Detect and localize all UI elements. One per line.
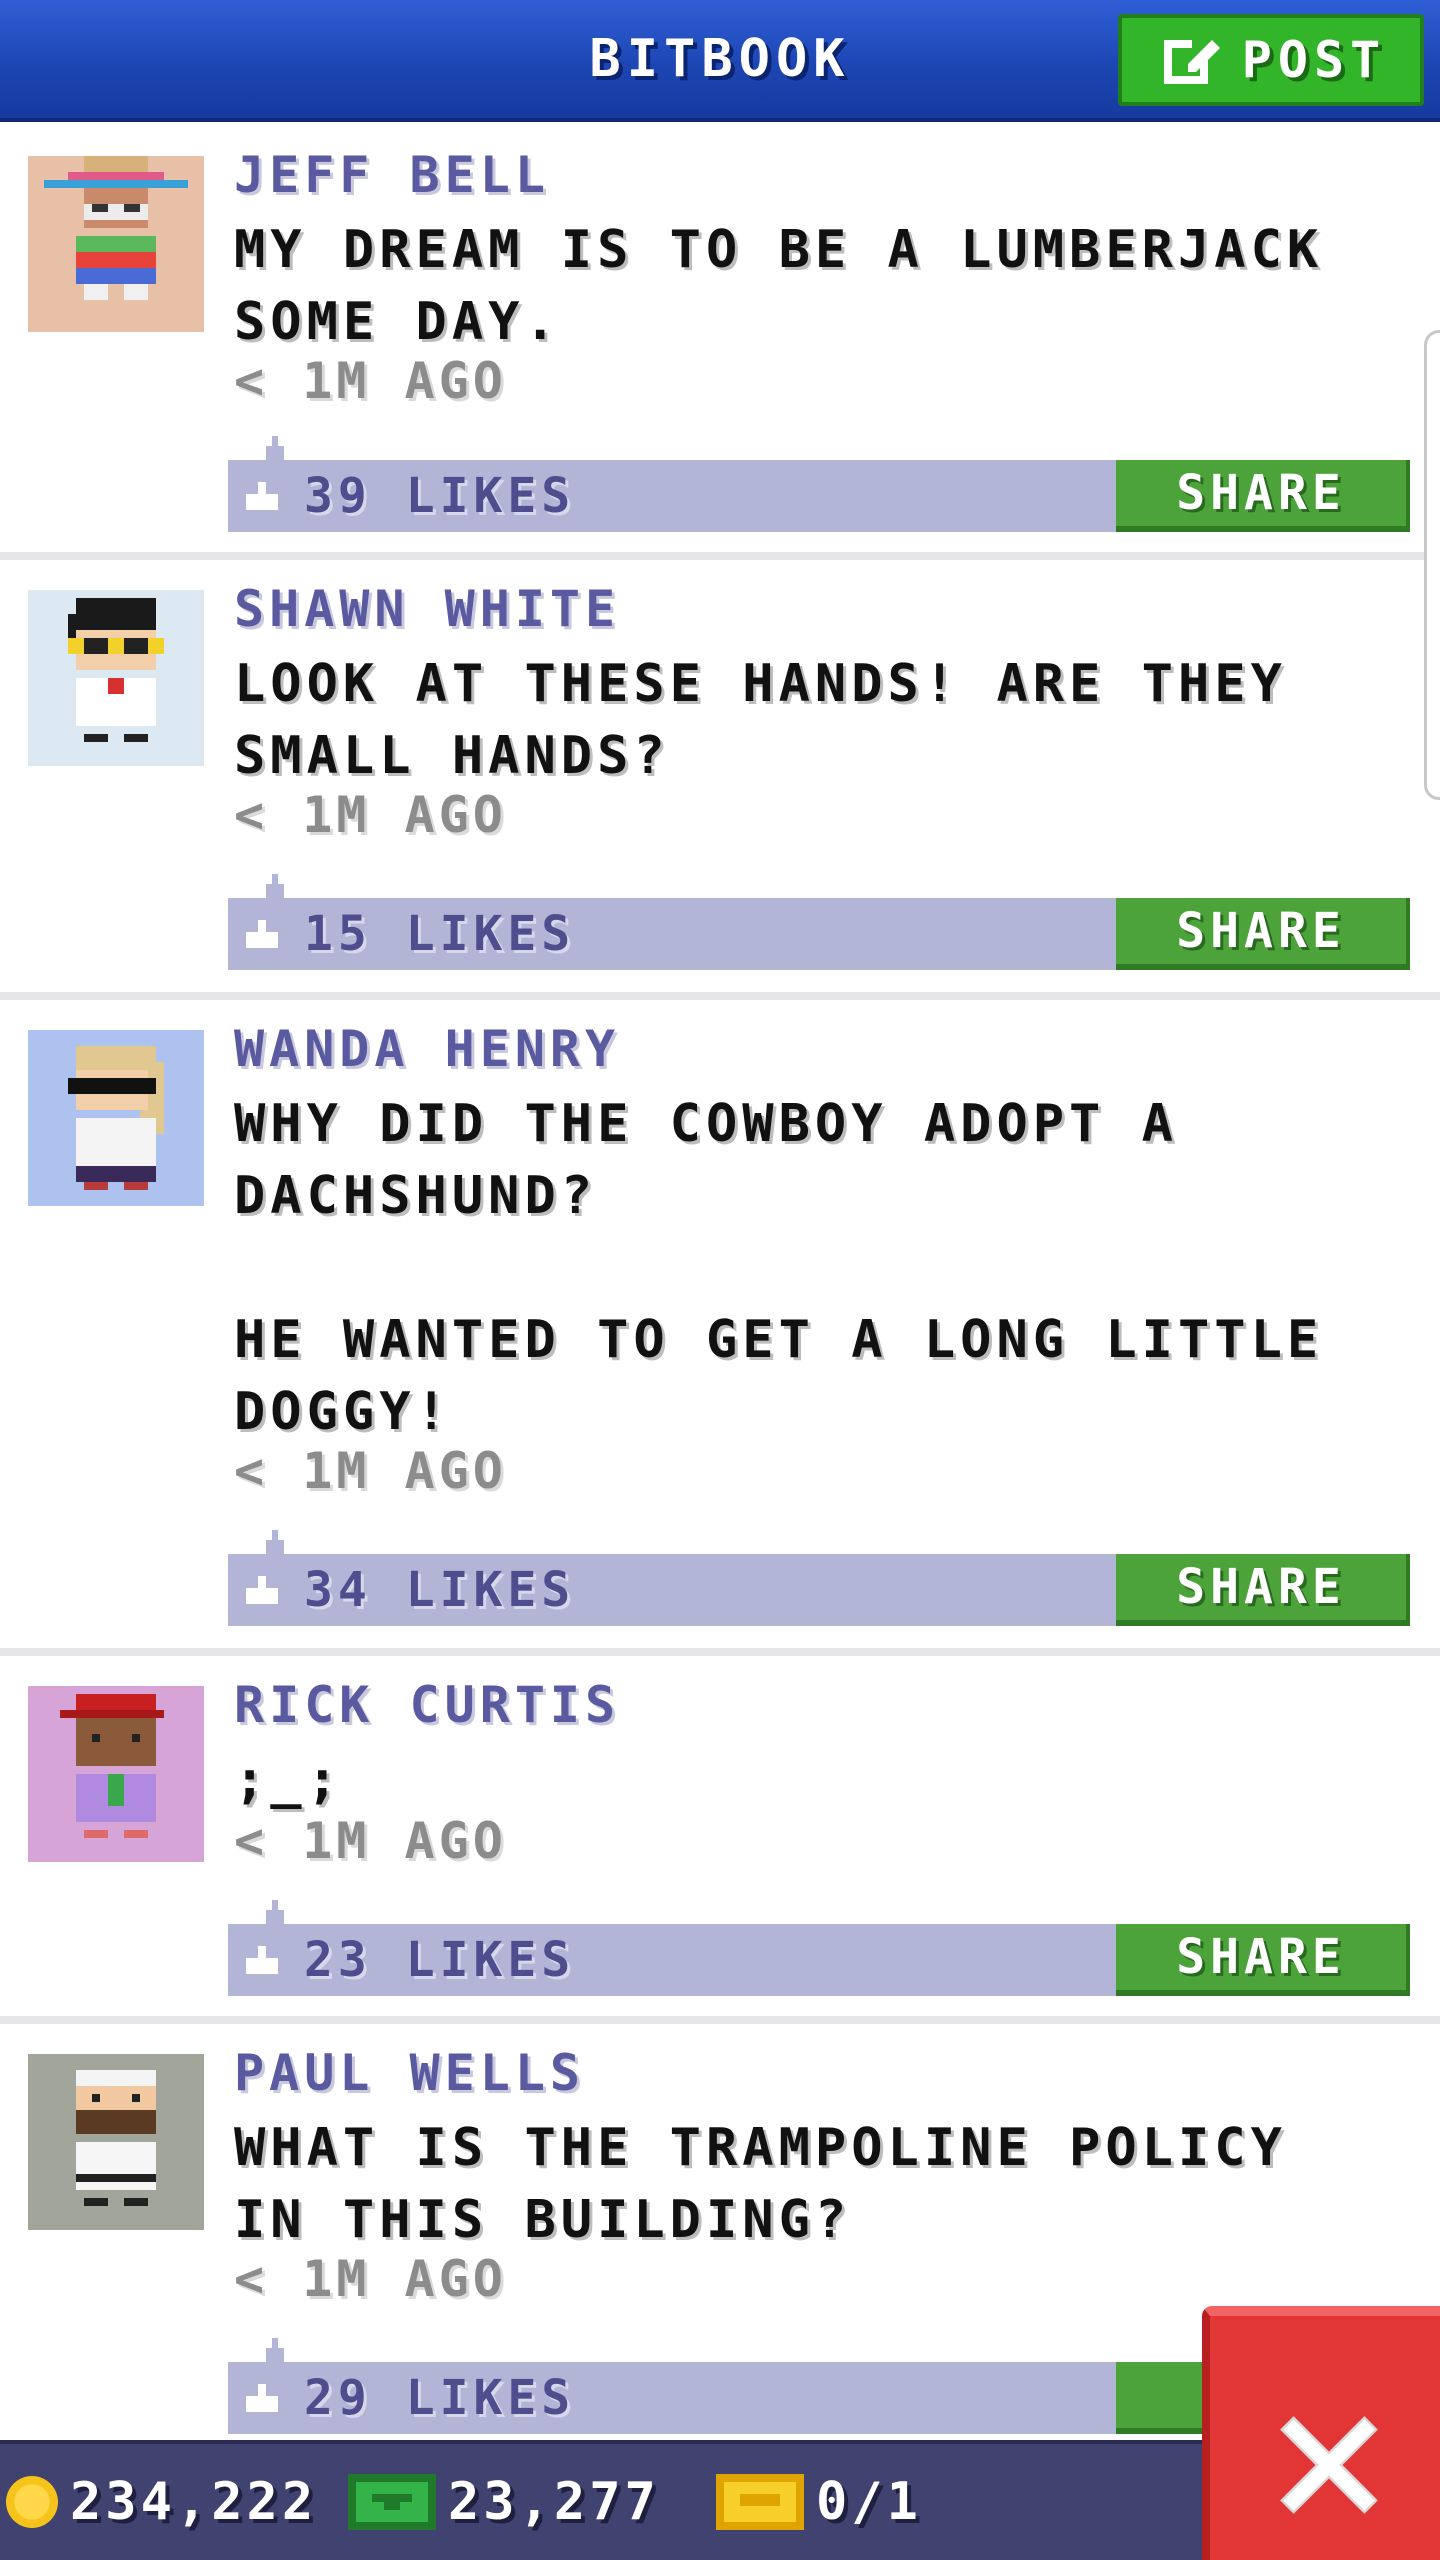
likes-count: 39 LIKES: [304, 468, 576, 524]
likes-bar: 39 LIKES SHARE: [228, 436, 1410, 532]
thumbs-up-icon[interactable]: [242, 482, 282, 514]
tickets-value: 0/1: [816, 2472, 922, 2532]
likes-count: 34 LIKES: [304, 1562, 576, 1618]
post-author[interactable]: JEFF BELL: [234, 146, 550, 204]
coins-value: 234,222: [70, 2472, 318, 2532]
feed-post: WANDA HENRY WHY DID THE COWBOY ADOPT A D…: [0, 1000, 1440, 1656]
feed-post: RICK CURTIS ;_; < 1M AGO 23 LIKES SHARE: [0, 1656, 1440, 2024]
post-author[interactable]: PAUL WELLS: [234, 2044, 585, 2102]
avatar: [28, 590, 204, 766]
post-author[interactable]: WANDA HENRY: [234, 1020, 620, 1078]
edit-icon: [1163, 40, 1220, 84]
post-message: WHAT IS THE TRAMPOLINE POLICY IN THIS BU…: [234, 2118, 1287, 2250]
post-message: ;_;: [234, 1750, 343, 1810]
thumbs-up-icon[interactable]: [242, 1946, 282, 1978]
thumbs-up-icon[interactable]: [242, 1576, 282, 1608]
ticket-icon: [716, 2474, 804, 2530]
post-time: < 1M AGO: [234, 786, 507, 844]
post-time: < 1M AGO: [234, 1812, 507, 1870]
close-button[interactable]: [1202, 2306, 1440, 2560]
share-button[interactable]: SHARE: [1116, 1924, 1410, 1996]
post-author[interactable]: SHAWN WHITE: [234, 580, 620, 638]
likes-bar: 23 LIKES SHARE: [228, 1900, 1410, 1996]
post-time: < 1M AGO: [234, 1442, 507, 1500]
avatar: [28, 156, 204, 332]
post-time: < 1M AGO: [234, 2250, 507, 2308]
share-button[interactable]: SHARE: [1116, 460, 1410, 532]
bux-stat: 23,277: [348, 2444, 660, 2560]
bux-value: 23,277: [448, 2472, 660, 2532]
avatar: [28, 1030, 204, 1206]
close-icon: [1280, 2416, 1378, 2514]
app-header: BITBOOK POST: [0, 0, 1440, 122]
post-button-label: POST: [1241, 31, 1387, 89]
avatar: [28, 1686, 204, 1862]
likes-bar: 15 LIKES SHARE: [228, 874, 1410, 970]
thumbs-up-icon[interactable]: [242, 2384, 282, 2416]
likes-count: 15 LIKES: [304, 906, 576, 962]
share-button[interactable]: SHARE: [1116, 1554, 1410, 1626]
post-message: WHY DID THE COWBOY ADOPT A DACHSHUND? HE…: [234, 1094, 1324, 1442]
tickets-stat: 0/1: [716, 2444, 922, 2560]
scroll-hint[interactable]: [1424, 330, 1440, 800]
feed-post: SHAWN WHITE LOOK AT THESE HANDS! ARE THE…: [0, 560, 1440, 1000]
share-button[interactable]: SHARE: [1116, 898, 1410, 970]
likes-count: 29 LIKES: [304, 2370, 576, 2426]
post-time: < 1M AGO: [234, 352, 507, 410]
post-message: MY DREAM IS TO BE A LUMBERJACK SOME DAY.: [234, 220, 1324, 352]
thumbs-up-icon[interactable]: [242, 920, 282, 952]
coin-icon: [6, 2476, 58, 2528]
post-button[interactable]: POST: [1118, 14, 1424, 106]
cash-icon: [348, 2474, 436, 2530]
coins-stat: 234,222: [6, 2444, 317, 2560]
post-message: LOOK AT THESE HANDS! ARE THEY SMALL HAND…: [234, 654, 1287, 786]
post-author[interactable]: RICK CURTIS: [234, 1676, 620, 1734]
likes-bar: 34 LIKES SHARE: [228, 1530, 1410, 1626]
likes-count: 23 LIKES: [304, 1932, 576, 1988]
avatar: [28, 2054, 204, 2230]
feed-post: JEFF BELL MY DREAM IS TO BE A LUMBERJACK…: [0, 126, 1440, 560]
